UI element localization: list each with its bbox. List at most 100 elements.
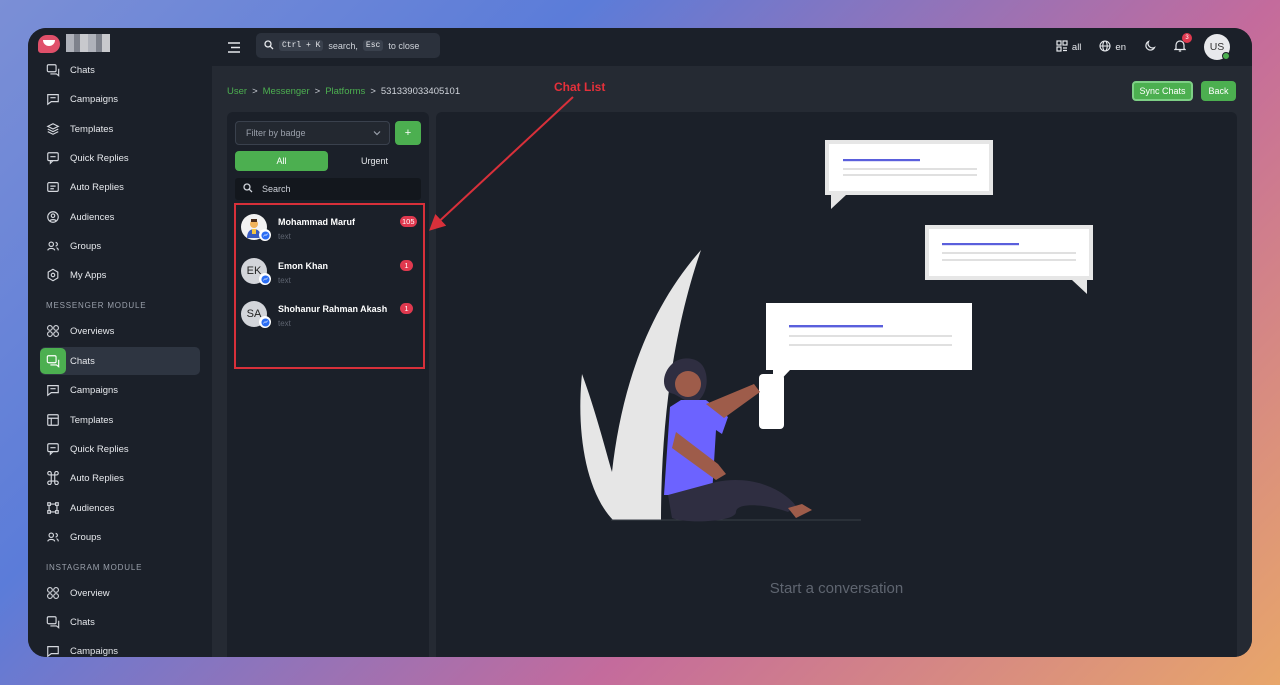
messenger-icon [259,273,271,285]
language-switcher[interactable]: en [1099,39,1126,55]
shortcut-key: Esc [362,40,384,51]
chat-list-item[interactable]: Mohammad Maruf text 105 [235,209,421,249]
breadcrumb-separator: > [252,86,258,97]
sidebar-item-label: Templates [70,414,114,426]
sidebar-item-label: Quick Replies [70,152,129,164]
sidebar-item-label: Campaigns [70,93,119,105]
sidebar-item-chats[interactable]: Chats [40,608,200,636]
sidebar-item-label: Quick Replies [70,443,129,455]
empty-state-illustration [580,140,1093,522]
sidebar-item-audiences[interactable]: Audiences [40,494,200,522]
unread-count-badge: 1 [400,303,413,314]
global-search[interactable]: Ctrl + K search, Esc to close [256,33,440,58]
notification-count-badge: 3 [1182,33,1192,43]
logo-icon [38,35,60,53]
conversation-panel: Start a conversation [436,112,1237,657]
breadcrumb: User > Messenger > Platforms > 531339033… [227,86,460,97]
contact-name: Mohammad Maruf [278,217,356,227]
sidebar-item-overviews[interactable]: Overviews [40,317,200,345]
sidebar-item-label: Auto Replies [70,472,124,484]
unread-count-badge: 1 [400,260,413,271]
badge-filter-select[interactable]: Filter by badge [235,121,390,145]
audience-icon [40,204,66,230]
breadcrumb-user[interactable]: User [227,86,247,97]
apps-icon [40,262,66,288]
notifications-button[interactable]: 3 [1173,33,1192,55]
language-label: en [1115,41,1126,53]
sidebar-item-label: Groups [70,240,102,252]
sidebar-item-groups[interactable]: Groups [40,523,200,551]
sidebar: Chats Campaigns Templates Quick Replies … [28,28,212,657]
sidebar-item-auto-replies[interactable]: Auto Replies [40,173,200,201]
contact-name: Shohanur Rahman Akash [278,304,388,314]
sidebar-item-campaigns[interactable]: Campaigns [40,85,200,113]
sidebar-item-label: Chats [70,64,95,76]
section-title-messenger: MESSENGER MODULE [46,301,147,310]
sidebar-item-label: Campaigns [70,645,119,657]
globe-icon [1099,39,1111,55]
quick-reply-icon [40,145,66,171]
sidebar-item-my-apps[interactable]: My Apps [40,261,200,289]
campaign-icon [40,638,66,657]
chat-icon [40,57,66,83]
chat-icon [40,609,66,635]
theme-toggle[interactable] [1144,39,1156,55]
breadcrumb-messenger[interactable]: Messenger [263,86,310,97]
sidebar-item-quick-replies[interactable]: Quick Replies [40,144,200,172]
sidebar-item-auto-replies[interactable]: Auto Replies [40,464,200,492]
sidebar-item-label: Templates [70,123,114,135]
section-title-instagram: INSTAGRAM MODULE [46,563,143,572]
sidebar-item-audiences[interactable]: Audiences [40,203,200,231]
logo-wordmark [66,34,110,52]
message-preview: text [278,319,291,328]
chat-search-input[interactable]: Search [235,178,421,200]
breadcrumb-platforms[interactable]: Platforms [325,86,365,97]
sidebar-item-label: Audiences [70,502,115,514]
chat-list-item[interactable]: SA Shohanur Rahman Akash text 1 [235,296,421,336]
filter-placeholder: Filter by badge [246,128,306,138]
menu-toggle-icon[interactable] [228,40,241,58]
tab-urgent[interactable]: Urgent [328,151,421,171]
sidebar-item-campaigns[interactable]: Campaigns [40,637,200,657]
sync-chats-button[interactable]: Sync Chats [1132,81,1193,101]
sidebar-item-label: Campaigns [70,384,119,396]
chat-list-item[interactable]: EK Emon Khan text 1 [235,253,421,293]
sidebar-item-label: Groups [70,531,102,543]
sidebar-item-overview[interactable]: Overview [40,579,200,607]
unread-count-badge: 105 [400,216,417,227]
breadcrumb-separator: > [314,86,321,97]
apps-switcher[interactable]: all [1056,39,1081,55]
annotation-label: Chat List [554,80,606,94]
sidebar-item-label: My Apps [70,269,107,281]
breadcrumb-current: 531339033405101 [380,86,461,97]
contact-name: Emon Khan [278,261,329,271]
sidebar-item-campaigns[interactable]: Campaigns [40,376,200,404]
group-icon [40,233,66,259]
message-preview: text [278,232,291,241]
group-icon [40,524,66,550]
quick-reply-icon [40,436,66,462]
search-icon [243,183,253,195]
back-button[interactable]: Back [1201,81,1236,101]
messenger-icon [259,316,271,328]
sidebar-item-label: Audiences [70,211,115,223]
shortcut-key: Ctrl + K [279,40,324,51]
sidebar-item-label: Chats [70,355,95,367]
main-content: User > Messenger > Platforms > 531339033… [212,66,1252,657]
sidebar-item-groups[interactable]: Groups [40,232,200,260]
chat-icon [40,348,66,374]
messenger-icon [259,229,271,241]
sidebar-item-templates[interactable]: Templates [40,406,200,434]
template-icon [40,407,66,433]
search-placeholder: Search [262,184,291,194]
logo[interactable] [28,28,212,58]
sidebar-item-label: Chats [70,616,95,628]
tab-all[interactable]: All [235,151,328,171]
sidebar-item-chats-active[interactable]: Chats [40,347,200,375]
sidebar-item-chats[interactable]: Chats [40,56,200,84]
user-avatar[interactable]: US [1204,34,1230,60]
sidebar-item-quick-replies[interactable]: Quick Replies [40,435,200,463]
add-badge-button[interactable]: + [395,121,421,145]
sidebar-item-templates[interactable]: Templates [40,115,200,143]
moon-icon [1144,39,1156,55]
